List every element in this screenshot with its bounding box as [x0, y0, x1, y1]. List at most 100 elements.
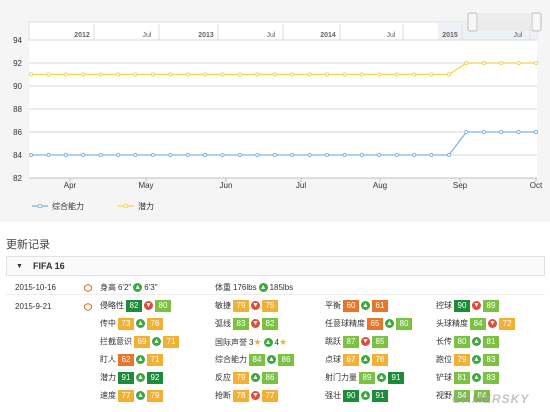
- arrow-down-icon: ▼: [251, 319, 260, 328]
- data-point: [168, 152, 173, 158]
- arrow-up-icon: ▲: [361, 355, 370, 364]
- new-value-badge: 72: [499, 318, 515, 330]
- old-value-badge: 69: [134, 336, 150, 348]
- data-point: [81, 152, 86, 158]
- attribute-change: 体重 176lbs ▲ 185lbs: [215, 282, 293, 294]
- attribute-change: 潜力 91 ▲ 92: [100, 372, 163, 384]
- new-value-badge: 82: [262, 318, 278, 330]
- old-value-badge: 73: [118, 318, 134, 330]
- old-value-badge: 67: [343, 354, 359, 366]
- data-point: [394, 152, 399, 158]
- attribute-name: 头球精度: [436, 319, 468, 328]
- data-point: [98, 72, 103, 77]
- attribute-name: 强壮: [325, 391, 341, 400]
- data-point: [499, 60, 504, 66]
- y-tick-label: 82: [13, 174, 22, 183]
- x-tick-label: Apr: [64, 181, 77, 190]
- navigator-label: Jul: [514, 32, 523, 39]
- attribute-change: 控球 90 ▼ 89: [436, 300, 499, 312]
- update-row: 2015-10-16 身高 6'2" ▲ 6'3" 体重 176lbs ▲ 185lbs: [6, 278, 545, 298]
- data-point: [185, 72, 190, 77]
- new-value: 6'3": [144, 283, 158, 292]
- update-history-title: 更新记录: [6, 239, 50, 251]
- new-value-badge: 89: [483, 300, 499, 312]
- attribute-change: 侵略性 82 ▼ 80: [100, 300, 171, 312]
- data-point: [46, 72, 51, 77]
- arrow-up-icon: ▲: [472, 355, 481, 364]
- y-tick-label: 90: [13, 82, 22, 91]
- old-value-badge: 62: [118, 354, 134, 366]
- group-label: FIFA 16: [33, 261, 65, 271]
- old-value-badge: 87: [343, 336, 359, 348]
- data-point: [237, 152, 243, 158]
- arrow-down-icon: ▼: [144, 301, 153, 310]
- new-value-badge: 86: [262, 372, 278, 384]
- old-value-badge: 84: [249, 354, 265, 366]
- arrow-up-icon: ▲: [377, 373, 386, 382]
- attribute-name: 长传: [436, 337, 452, 346]
- update-hex-icon: [84, 302, 92, 312]
- data-point: [359, 72, 364, 77]
- data-point: [516, 60, 521, 66]
- old-value-badge: 78: [233, 390, 249, 402]
- rating-line-chart: 2012 Jul 2013 Jul 2014 Jul 2015 Jul 82 84 86 88 90 92…: [13, 12, 543, 211]
- new-value-badge: 80: [155, 300, 171, 312]
- attribute-name: 速度: [100, 391, 116, 400]
- data-point: [168, 72, 173, 77]
- star-icon: ★: [278, 337, 288, 347]
- old-value-badge: 90: [454, 300, 470, 312]
- data-point: [150, 152, 155, 158]
- y-tick-label: 86: [13, 128, 22, 137]
- fifa16-group-header[interactable]: ▼ FIFA 16: [6, 256, 545, 276]
- rating-chart-panel: 2012 Jul 2013 Jul 2014 Jul 2015 Jul 82 84 86 88 90 92…: [0, 0, 550, 222]
- attribute-name: 抢断: [215, 391, 231, 400]
- attribute-change: 敏捷 79 ▼ 75: [215, 300, 278, 312]
- attribute-name: 侵略性: [100, 301, 124, 310]
- row-divider: [6, 294, 545, 295]
- new-value-badge: 83: [483, 354, 499, 366]
- legend-label: 潜力: [138, 201, 154, 211]
- data-point: [324, 152, 330, 158]
- data-point: [115, 72, 121, 77]
- legend-marker: [37, 203, 43, 209]
- x-tick-label: Aug: [373, 181, 387, 190]
- data-point: [464, 60, 469, 66]
- arrow-up-icon: ▲: [361, 391, 370, 400]
- y-tick-label: 84: [13, 151, 22, 160]
- data-point: [359, 152, 364, 158]
- old-value-badge: 65: [367, 318, 383, 330]
- attribute-name: 盯人: [100, 355, 116, 364]
- attribute-change: 综合能力 84 ▲ 86: [215, 354, 294, 366]
- attribute-name: 跑位: [436, 355, 452, 364]
- data-point: [272, 72, 277, 77]
- data-point: [220, 152, 225, 158]
- data-point: [533, 129, 539, 135]
- data-point: [464, 129, 469, 135]
- data-point: [377, 72, 382, 77]
- legend-marker: [123, 203, 129, 209]
- data-point: [429, 72, 434, 77]
- arrow-up-icon: ▲: [263, 338, 273, 347]
- update-date: 2015-10-16: [15, 283, 56, 292]
- collapse-triangle-icon[interactable]: ▼: [16, 263, 23, 270]
- new-value-badge: 79: [147, 390, 163, 402]
- new-value-badge: 61: [372, 300, 388, 312]
- attribute-change: 速度 77 ▲ 79: [100, 390, 163, 402]
- data-point: [307, 72, 312, 77]
- old-value-badge: 77: [118, 390, 134, 402]
- navigator-label: Jul: [267, 32, 276, 39]
- arrow-up-icon: ▲: [133, 283, 143, 292]
- attribute-name: 敏捷: [215, 301, 231, 310]
- new-value-badge: 85: [372, 336, 388, 348]
- x-tick-label: May: [138, 181, 153, 190]
- attribute-name: 铲球: [436, 373, 452, 382]
- old-value-badge: 83: [233, 318, 249, 330]
- attribute-change: 跑位 79 ▲ 83: [436, 354, 499, 366]
- old-value-badge: 82: [126, 300, 142, 312]
- data-point: [342, 152, 347, 158]
- data-point: [481, 129, 486, 135]
- attribute-change: 平衡 60 ▲ 61: [325, 300, 388, 312]
- attribute-change: 拦截意识 69 ▲ 71: [100, 336, 179, 348]
- attribute-change: 跳跃 87 ▼ 85: [325, 336, 388, 348]
- attribute-name: 潜力: [100, 373, 116, 382]
